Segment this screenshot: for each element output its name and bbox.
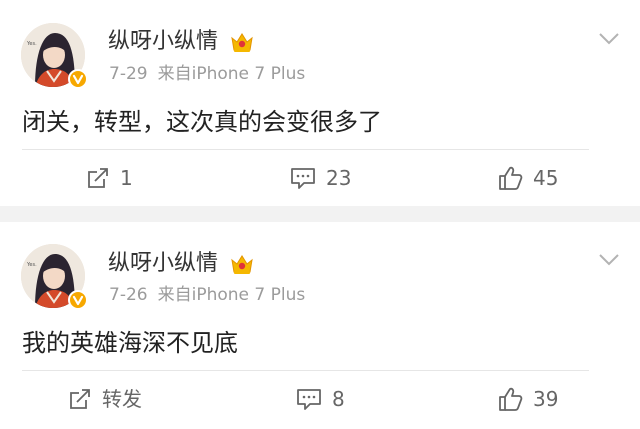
verified-badge-icon — [68, 290, 88, 310]
post-card[interactable]: Yes. 纵呀小纵情 7-26 来自iPhone 7 Plus 我的英雄海深不见底 — [0, 0, 640, 429]
like-count: 39 — [533, 387, 559, 411]
post-text: 我的英雄海深不见底 — [22, 329, 238, 357]
vip-crown-icon[interactable] — [230, 253, 254, 275]
weibo-feed: Yes. 纵呀小纵情 7-29 来自iPhone 7 Plus 闭关，转型，这次真… — [0, 0, 640, 429]
username[interactable]: 纵呀小纵情 — [108, 251, 218, 277]
post-meta: 7-26 来自iPhone 7 Plus — [109, 284, 305, 306]
post-date: 7-26 — [109, 285, 148, 305]
post-source: 来自iPhone 7 Plus — [157, 285, 306, 305]
comment-icon — [297, 389, 321, 410]
comment-button[interactable]: 8 — [296, 384, 345, 414]
comment-count: 8 — [332, 387, 345, 411]
repost-button[interactable]: 转发 — [68, 384, 142, 414]
thumbs-up-icon — [499, 387, 523, 411]
like-button[interactable]: 39 — [497, 384, 558, 414]
svg-text:Yes.: Yes. — [26, 262, 37, 268]
repost-label: 转发 — [102, 387, 142, 411]
repost-icon — [70, 389, 90, 409]
divider — [22, 370, 589, 371]
chevron-down-icon[interactable] — [598, 253, 620, 267]
